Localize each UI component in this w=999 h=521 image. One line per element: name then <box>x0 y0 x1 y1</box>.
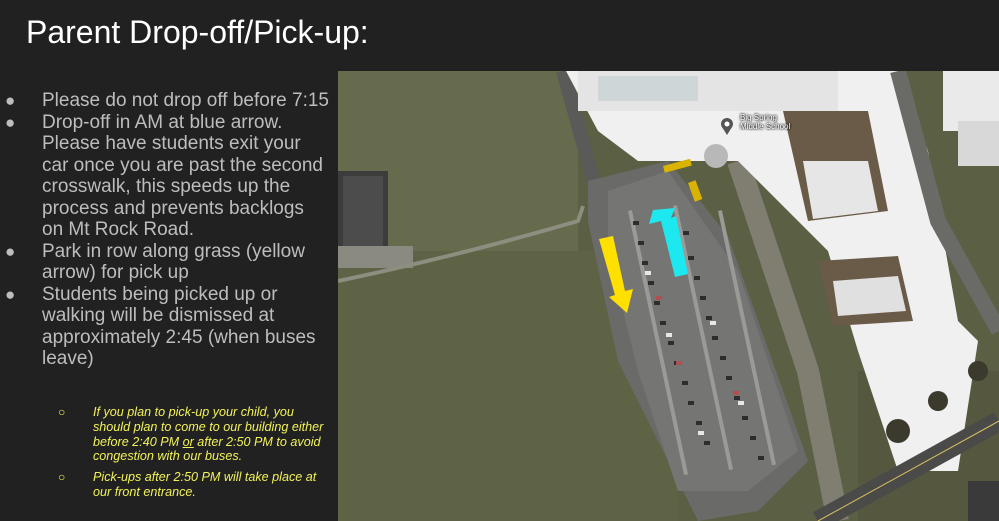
aerial-map-image <box>338 71 999 521</box>
hollow-circle-icon: ○ <box>58 405 66 419</box>
bullet-item: ● Please do not drop off before 7:15 <box>0 90 330 112</box>
bullet-item: ● Students being picked up or walking wi… <box>0 284 330 370</box>
sub-bullet-text: If you plan to pick-up your child, you s… <box>93 405 324 464</box>
bullet-dot-icon: ● <box>5 284 16 304</box>
bullet-item: ● Park in row along grass (yellow arrow)… <box>0 241 330 284</box>
sub-bullet-text: Pick-ups after 2:50 PM will take place a… <box>93 470 317 499</box>
bullet-text: Drop-off in AM at blue arrow. Please hav… <box>42 111 323 241</box>
school-place-label: Big Spring Middle School <box>740 113 791 131</box>
bullet-dot-icon: ● <box>5 112 16 132</box>
bullet-text: Please do not drop off before 7:15 <box>42 90 329 111</box>
bullet-dot-icon: ● <box>5 241 16 261</box>
hollow-circle-icon: ○ <box>58 470 66 485</box>
bullet-dot-icon: ● <box>5 91 16 110</box>
page-title: Parent Drop-off/Pick-up: <box>26 14 369 50</box>
bullet-item: ● Drop-off in AM at blue arrow. Please h… <box>0 112 330 241</box>
bullet-text: Park in row along grass (yellow arrow) f… <box>42 240 305 284</box>
sub-bullet-item: ○ Pick-ups after 2:50 PM will take place… <box>0 470 330 500</box>
sub-bullet-list: ○ If you plan to pick-up your child, you… <box>0 405 330 500</box>
bullet-text: Students being picked up or walking will… <box>42 283 316 370</box>
bullet-list: ● Please do not drop off before 7:15 ● D… <box>0 90 330 370</box>
sub-bullet-item: ○ If you plan to pick-up your child, you… <box>0 405 330 464</box>
aerial-map: Big Spring Middle School <box>338 71 999 521</box>
